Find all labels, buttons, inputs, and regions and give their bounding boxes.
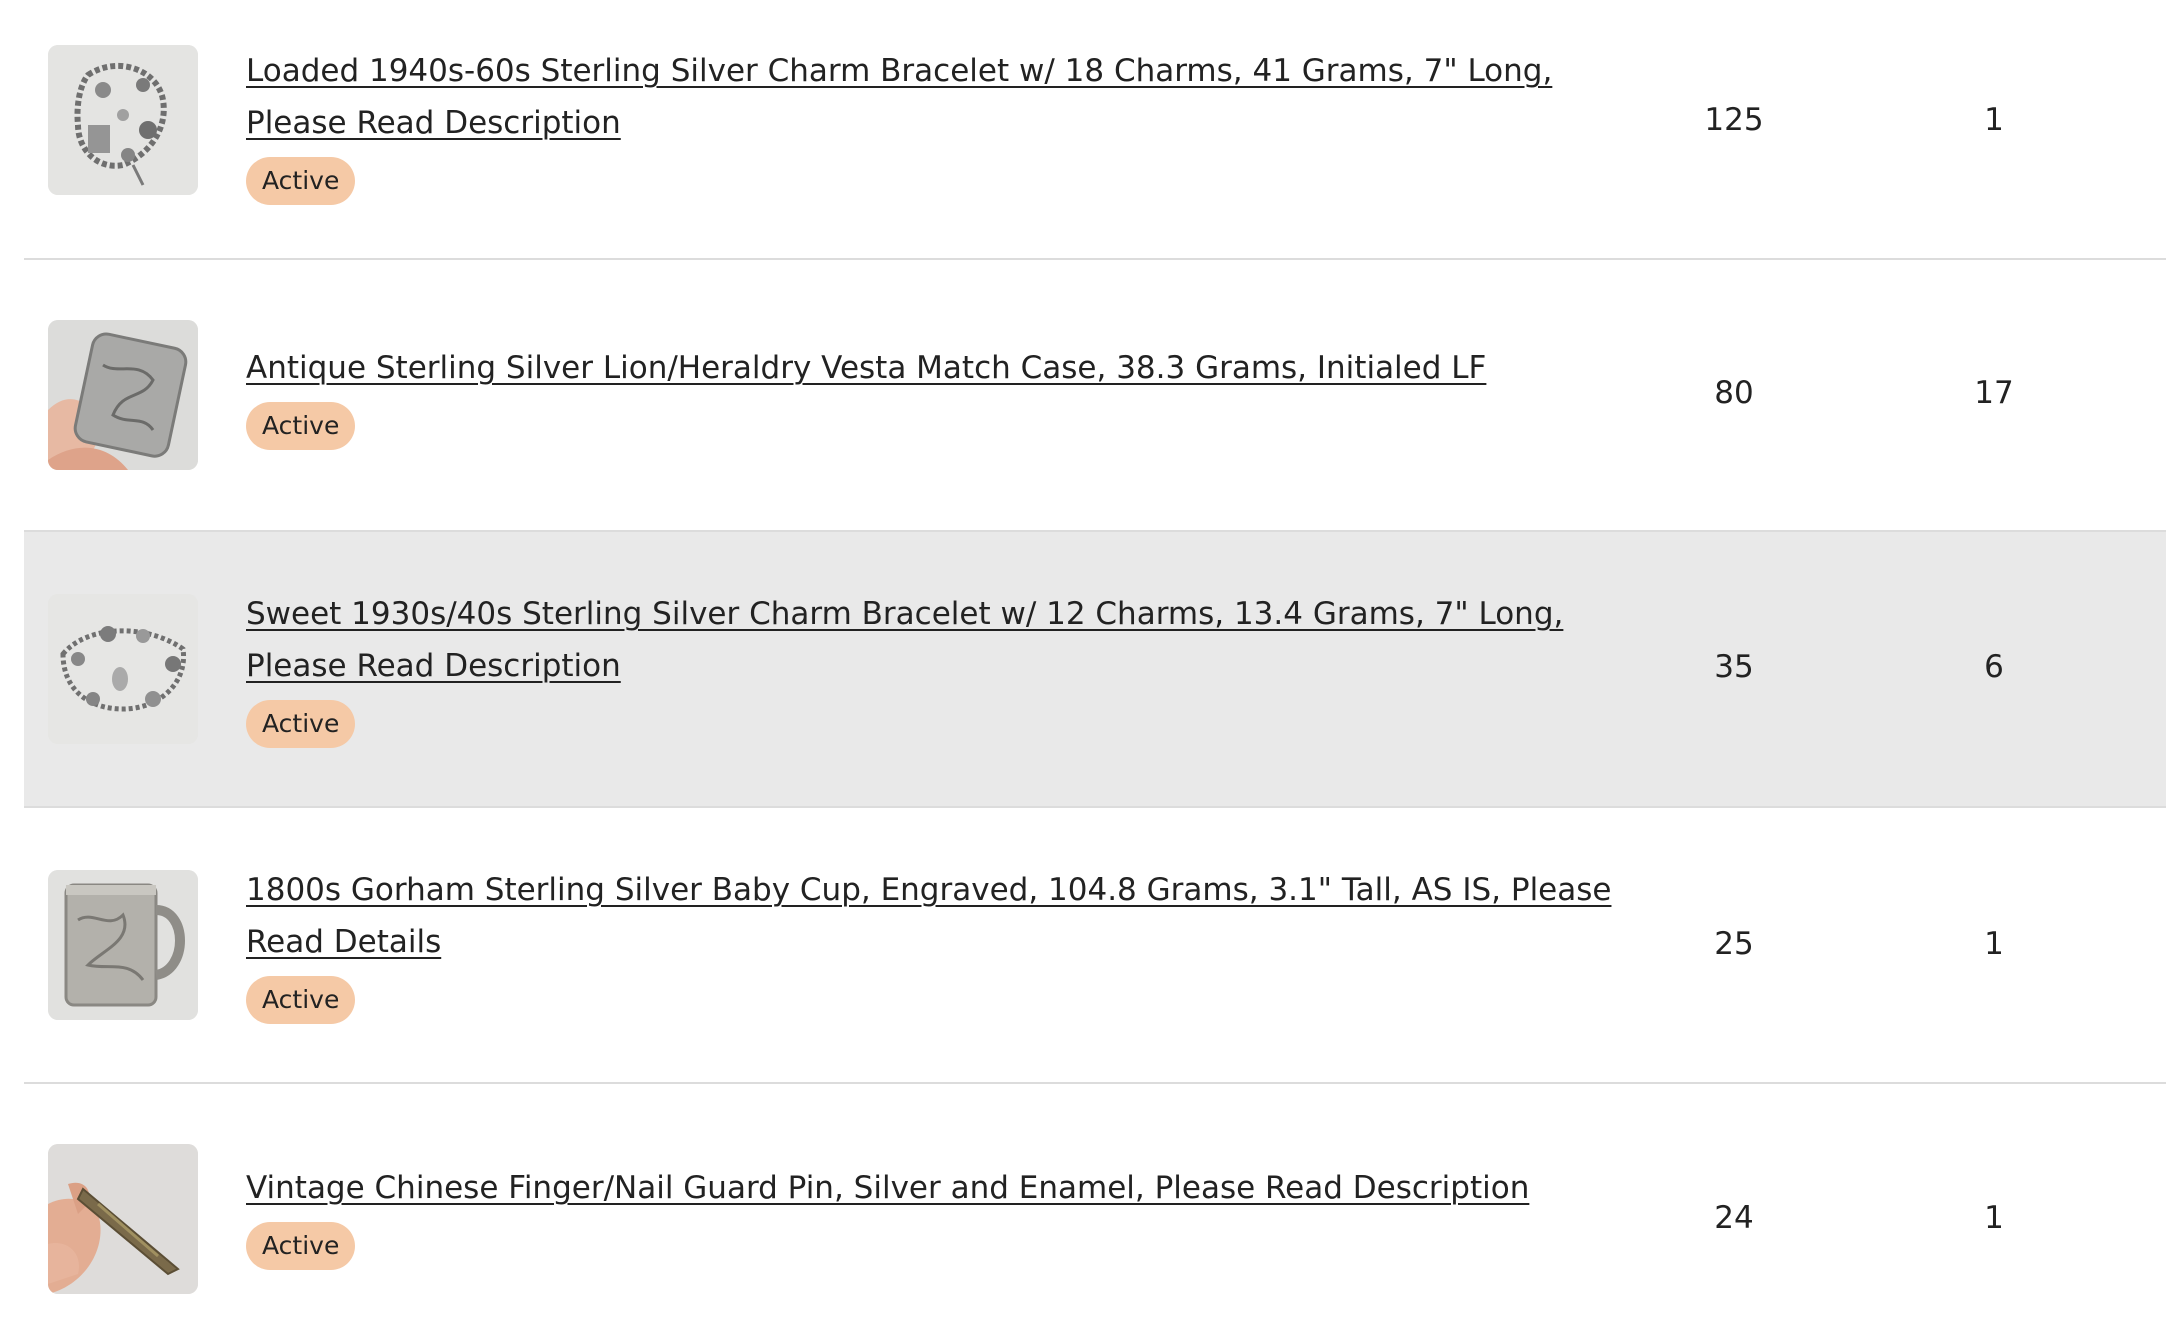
charm-bracelet-thumbnail[interactable] <box>48 594 198 744</box>
listing-title-link[interactable]: Loaded 1940s-60s Sterling Silver Charm B… <box>246 45 1626 149</box>
status-badge: Active <box>246 1222 356 1270</box>
table-row[interactable]: Vintage Chinese Finger/Nail Guard Pin, S… <box>24 1084 2166 1332</box>
listing-title-link[interactable]: Sweet 1930s/40s Sterling Silver Charm Br… <box>246 588 1626 692</box>
listing-stat-b: 6 <box>1984 649 2004 685</box>
status-badge: Active <box>246 157 356 205</box>
listings-table: Loaded 1940s-60s Sterling Silver Charm B… <box>24 0 2166 1332</box>
listing-stat-a: 35 <box>1714 649 1754 685</box>
listing-stat-b: 1 <box>1984 1200 2004 1236</box>
status-badge: Active <box>246 976 356 1024</box>
charm-bracelet-thumbnail[interactable] <box>48 45 198 195</box>
listing-title-link[interactable]: Antique Sterling Silver Lion/Heraldry Ve… <box>246 342 1626 394</box>
listing-stat-b: 1 <box>1984 926 2004 962</box>
listing-stat-a: 25 <box>1714 926 1754 962</box>
listing-stat-a: 125 <box>1704 102 1764 138</box>
listing-title-link[interactable]: 1800s Gorham Sterling Silver Baby Cup, E… <box>246 864 1626 968</box>
listing-stat-a: 24 <box>1714 1200 1754 1236</box>
baby-cup-thumbnail[interactable] <box>48 870 198 1020</box>
listing-info: Vintage Chinese Finger/Nail Guard Pin, S… <box>246 1162 1626 1270</box>
listing-stat-b: 17 <box>1974 375 2014 411</box>
vesta-case-thumbnail[interactable] <box>48 320 198 470</box>
status-badge: Active <box>246 700 356 748</box>
listing-info: Loaded 1940s-60s Sterling Silver Charm B… <box>246 45 1626 205</box>
listing-title-link[interactable]: Vintage Chinese Finger/Nail Guard Pin, S… <box>246 1162 1626 1214</box>
listing-info: Antique Sterling Silver Lion/Heraldry Ve… <box>246 342 1626 450</box>
table-row[interactable]: Antique Sterling Silver Lion/Heraldry Ve… <box>24 260 2166 530</box>
table-row[interactable]: Loaded 1940s-60s Sterling Silver Charm B… <box>24 0 2166 258</box>
nail-guard-pin-thumbnail[interactable] <box>48 1144 198 1294</box>
status-badge: Active <box>246 402 356 450</box>
table-row[interactable]: 1800s Gorham Sterling Silver Baby Cup, E… <box>24 808 2166 1082</box>
listing-stat-b: 1 <box>1984 102 2004 138</box>
listing-info: 1800s Gorham Sterling Silver Baby Cup, E… <box>246 864 1626 1024</box>
listing-info: Sweet 1930s/40s Sterling Silver Charm Br… <box>246 588 1626 748</box>
listing-stat-a: 80 <box>1714 375 1754 411</box>
table-row[interactable]: Sweet 1930s/40s Sterling Silver Charm Br… <box>24 532 2166 806</box>
